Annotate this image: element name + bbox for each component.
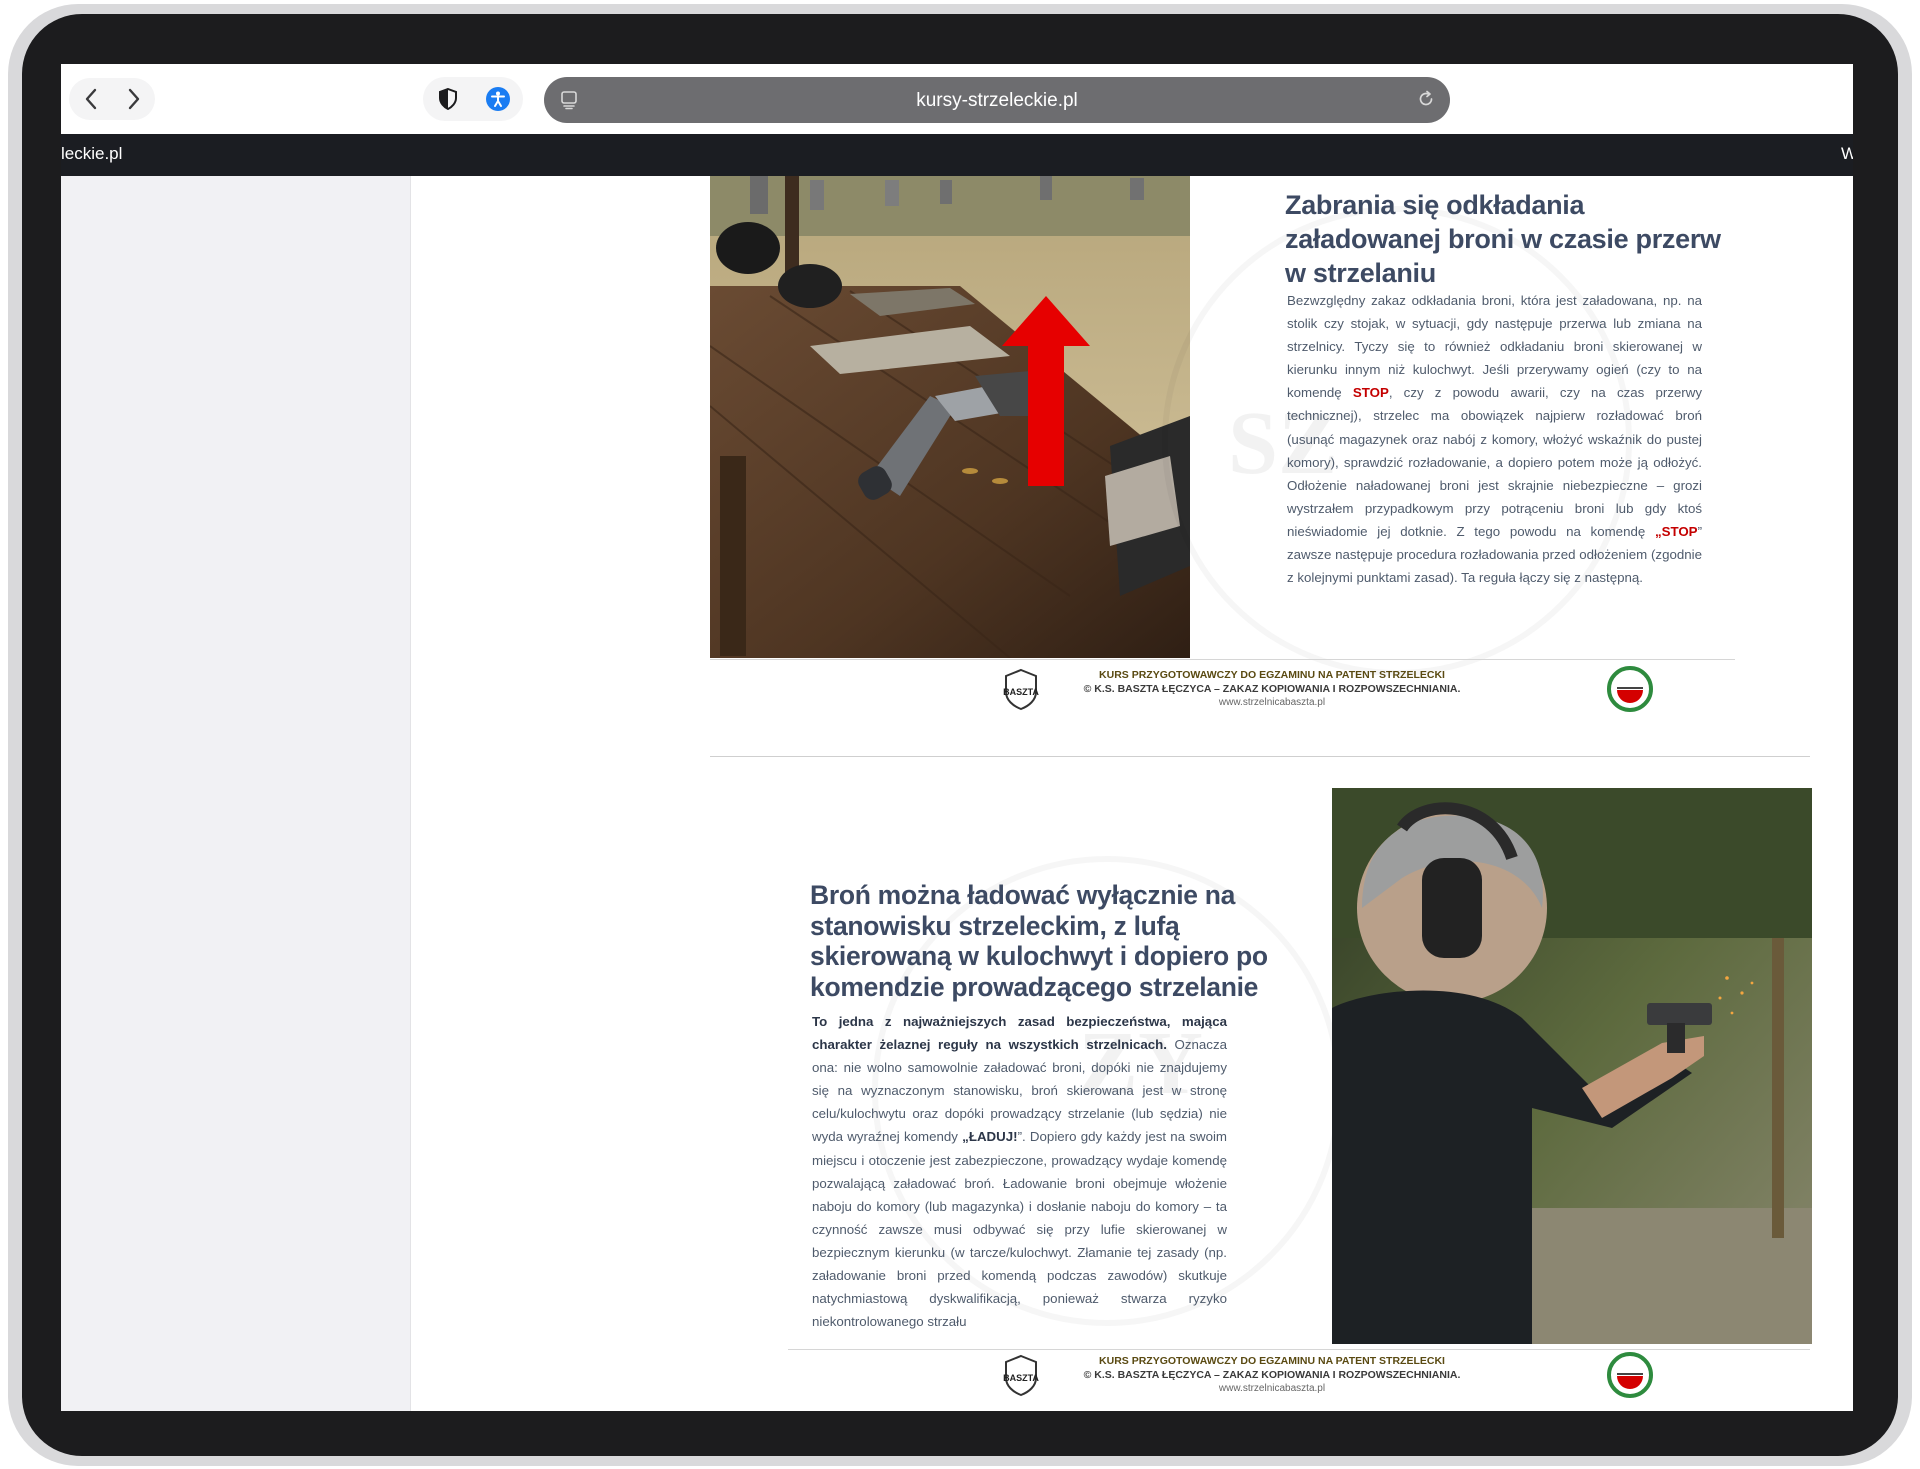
- page-separator: [710, 756, 1810, 757]
- shooter-with-pistol-photo: [1332, 788, 1812, 1344]
- shooting-association-logo: [1607, 666, 1653, 712]
- baszta-club-logo: BASZTA: [1003, 668, 1039, 711]
- next-tab-title[interactable]: W: [1841, 144, 1853, 164]
- address-bar[interactable]: kursy-strzeleckie.pl: [544, 77, 1450, 123]
- viewer-sidebar: [61, 176, 411, 1411]
- accessibility-icon: [486, 87, 510, 111]
- chevron-left-icon: [85, 88, 96, 110]
- footer-course-title: KURS PRZYGOTOWAWCZY DO EGZAMINU NA PATEN…: [1099, 669, 1445, 681]
- browser-screen: kursy-strzeleckie.pl leckie.pl W SZ Zabr…: [61, 64, 1853, 1411]
- stop-command-2: „STOP: [1654, 523, 1698, 539]
- page-1-footer-text: KURS PRZYGOTOWAWCZY DO EGZAMINU NA PATEN…: [1062, 668, 1482, 710]
- reload-icon[interactable]: [1416, 89, 1436, 109]
- address-url: kursy-strzeleckie.pl: [916, 90, 1078, 111]
- forward-button[interactable]: [119, 84, 149, 114]
- footer-course-title: KURS PRZYGOTOWAWCZY DO EGZAMINU NA PATEN…: [1099, 1355, 1445, 1367]
- page-2-title: Broń można ładować wyłącznie na stanowis…: [810, 880, 1268, 1002]
- page-1-footer-rule: [710, 659, 1735, 660]
- footer-copyright: © K.S. BASZTA ŁĘCZYCA – ZAKAZ KOPIOWANIA…: [1083, 683, 1461, 695]
- document-viewer[interactable]: SZ Zabrania się odkładania załadowanej b…: [412, 176, 1853, 1411]
- page-2-footer-rule: [788, 1349, 1810, 1350]
- back-button[interactable]: [76, 84, 106, 114]
- footer-website[interactable]: www.strzelnicabaszta.pl: [1062, 696, 1482, 710]
- page-1-body: Bezwzględny zakaz odkładania broni, któr…: [1287, 289, 1702, 589]
- accessibility-button[interactable]: [483, 84, 513, 114]
- shooting-association-logo: [1607, 1352, 1653, 1398]
- page-1-body-part2: , czy z powodu awarii, czy na czas przer…: [1287, 385, 1702, 539]
- active-tab-title[interactable]: leckie.pl: [61, 144, 122, 164]
- chevron-right-icon: [128, 88, 139, 110]
- page-2-footer-text: KURS PRZYGOTOWAWCZY DO EGZAMINU NA PATEN…: [1062, 1354, 1482, 1396]
- tab-strip: leckie.pl W: [61, 134, 1853, 176]
- footer-copyright: © K.S. BASZTA ŁĘCZYCA – ZAKAZ KOPIOWANIA…: [1083, 1369, 1461, 1381]
- page-1-title: Zabrania się odkładania załadowanej bron…: [1285, 190, 1721, 288]
- baszta-club-logo: BASZTA: [1003, 1354, 1039, 1397]
- svg-text:BASZTA: BASZTA: [1003, 1373, 1039, 1383]
- extension-buttons: [423, 77, 523, 121]
- pistol-on-bench-photo: [710, 176, 1190, 658]
- page-2-body-lead: To jedna z najważniejszych zasad bezpiec…: [812, 1014, 1227, 1053]
- browser-toolbar: kursy-strzeleckie.pl: [61, 64, 1853, 134]
- privacy-shield-button[interactable]: [433, 84, 463, 114]
- navigation-buttons: [69, 78, 155, 120]
- page-2-body-part2: ”. Dopiero gdy każdy jest na swoim miejs…: [812, 1129, 1228, 1330]
- footer-website[interactable]: www.strzelnicabaszta.pl: [1062, 1382, 1482, 1396]
- stop-command-1: STOP: [1352, 385, 1389, 401]
- page-2-body: To jedna z najważniejszych zasad bezpiec…: [812, 1010, 1227, 1333]
- shield-icon: [439, 88, 457, 110]
- load-command: „ŁADUJ!: [962, 1129, 1018, 1145]
- svg-text:BASZTA: BASZTA: [1003, 687, 1039, 697]
